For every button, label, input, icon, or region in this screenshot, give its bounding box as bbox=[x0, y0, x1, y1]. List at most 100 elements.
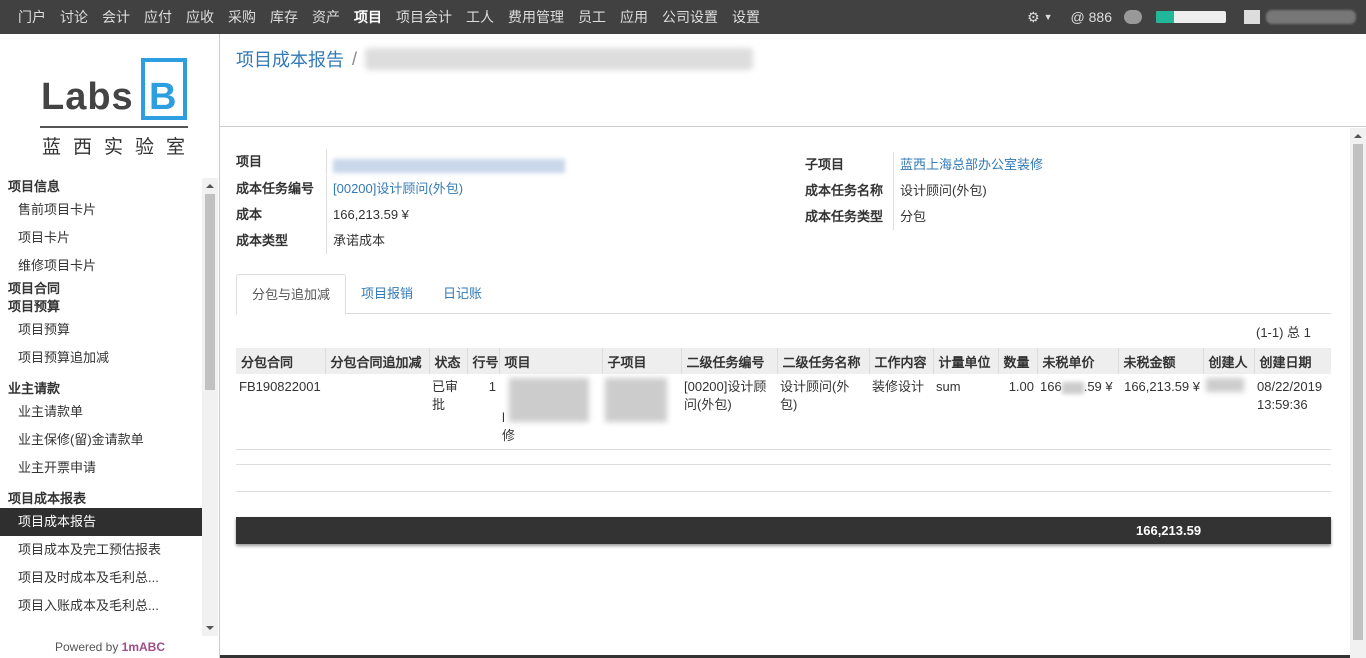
company-logo: Labs B 蓝西实验室 bbox=[38, 54, 190, 158]
sidebar-item[interactable]: 业主请款单 bbox=[0, 398, 202, 426]
user-name-redacted[interactable] bbox=[1266, 10, 1356, 24]
logo-word: Labs bbox=[41, 76, 134, 118]
scroll-up-icon[interactable] bbox=[1354, 130, 1362, 138]
column-header[interactable]: 状态 bbox=[428, 348, 467, 374]
logo-rule bbox=[40, 126, 188, 128]
scroll-thumb[interactable] bbox=[205, 194, 215, 390]
column-header[interactable]: 分包合同 bbox=[236, 348, 325, 374]
cell-status: 已审批 bbox=[429, 374, 467, 450]
top-menu-item[interactable]: 应付 bbox=[144, 0, 172, 34]
sidebar-item[interactable]: 售前项目卡片 bbox=[0, 196, 202, 224]
field-cost-type: 成本类型 承诺成本 bbox=[236, 228, 385, 254]
field-label: 成本类型 bbox=[236, 233, 289, 248]
sidebar-section-title: 项目预算 bbox=[8, 299, 61, 314]
sidebar-item[interactable]: 项目卡片 bbox=[0, 224, 202, 252]
chat-icon[interactable] bbox=[1124, 10, 1142, 24]
empty-row-divider bbox=[236, 464, 1331, 465]
column-header[interactable]: 未税金额 bbox=[1117, 348, 1203, 374]
table-row[interactable]: FB190822001 已审批 1 l 修 [00200]设计顾问(外包) 设计… bbox=[236, 374, 1331, 450]
sidebar-item[interactable]: 项目入账成本及毛利总... bbox=[0, 592, 202, 620]
user-avatar[interactable] bbox=[1244, 10, 1260, 24]
field-label: 成本任务名称 bbox=[805, 183, 884, 198]
sidebar-item[interactable]: 项目预算 bbox=[0, 316, 202, 344]
field-label: 项目 bbox=[236, 154, 263, 169]
sidebar-item[interactable]: 项目成本及完工预估报表 bbox=[0, 536, 202, 564]
main-scrollbar[interactable] bbox=[1350, 128, 1366, 658]
cost-task-no-link[interactable]: [00200]设计顾问(外包) bbox=[326, 176, 463, 202]
top-menu-item[interactable]: 会计 bbox=[102, 0, 130, 34]
column-header[interactable]: 子项目 bbox=[601, 348, 681, 374]
gear-icon: ⚙ bbox=[1027, 8, 1040, 25]
cell-creator-redacted bbox=[1203, 374, 1254, 450]
column-header[interactable]: 创建人 bbox=[1202, 348, 1254, 374]
progress-fill bbox=[1156, 11, 1174, 23]
top-menu-item[interactable]: 公司设置 bbox=[662, 0, 718, 34]
breadcrumb-root[interactable]: 项目成本报告 bbox=[236, 46, 344, 72]
pager[interactable]: (1-1) 总 1 bbox=[1256, 322, 1311, 341]
field-cost-task-name: 成本任务名称 设计顾问(外包) bbox=[805, 178, 987, 204]
sidebar-section-title: 业主请款 bbox=[8, 381, 61, 396]
subcontract-table: 分包合同 分包合同追加减 状态 行号 项目 子项目 二级任务编号 二级任务名称 … bbox=[236, 348, 1331, 450]
cell-project-prefix: l bbox=[502, 410, 505, 425]
field-cost-task-no: 成本任务编号 [00200]设计顾问(外包) bbox=[236, 176, 463, 202]
top-menu-item[interactable]: 设置 bbox=[732, 0, 760, 34]
field-cost-task-type: 成本任务类型 分包 bbox=[805, 204, 926, 230]
top-menu-item[interactable]: 费用管理 bbox=[508, 0, 564, 34]
powered-by-brand[interactable]: 1mABC bbox=[122, 640, 165, 654]
sidebar-item[interactable]: 项目预算追加减 bbox=[0, 344, 202, 372]
cell-line: 1 bbox=[467, 374, 499, 450]
column-header[interactable]: 数量 bbox=[997, 348, 1037, 374]
sidebar-item[interactable]: 维修项目卡片 bbox=[0, 252, 202, 280]
column-header[interactable]: 行号 bbox=[466, 348, 499, 374]
top-menu-item[interactable]: 讨论 bbox=[60, 0, 88, 34]
column-header[interactable]: 计量单位 bbox=[932, 348, 998, 374]
column-header[interactable]: 二级任务编号 bbox=[680, 348, 777, 374]
top-menu-item[interactable]: 应用 bbox=[620, 0, 648, 34]
onboarding-progress[interactable] bbox=[1156, 11, 1226, 23]
logo-letter: B bbox=[149, 76, 177, 118]
scroll-thumb[interactable] bbox=[1353, 144, 1363, 640]
cell-created-date: 08/22/2019 13:59:36 bbox=[1254, 374, 1331, 450]
tab-project-expense[interactable]: 项目报销 bbox=[346, 274, 428, 313]
top-menu-item[interactable]: 采购 bbox=[228, 0, 256, 34]
top-right-tools: ⚙ ▼ @ 886 bbox=[1027, 0, 1366, 34]
powered-by-text: Powered by bbox=[54, 640, 122, 654]
top-menu-item[interactable]: 员工 bbox=[578, 0, 606, 34]
cell-unit-price: 166 .59 ¥ bbox=[1037, 374, 1118, 450]
top-menu-item[interactable]: 工人 bbox=[466, 0, 494, 34]
footer-total-amount: 166,213.59 bbox=[1136, 523, 1202, 538]
top-menu-item[interactable]: 项目 bbox=[354, 0, 382, 34]
scroll-down-icon[interactable] bbox=[206, 626, 214, 634]
column-header[interactable]: 未税单价 bbox=[1036, 348, 1118, 374]
field-label: 子项目 bbox=[805, 157, 845, 172]
field-label: 成本任务类型 bbox=[805, 209, 884, 224]
column-header[interactable]: 分包合同追加减 bbox=[324, 348, 429, 374]
top-menu-item[interactable]: 资产 bbox=[312, 0, 340, 34]
cell-project-tail: 修 bbox=[502, 428, 516, 443]
notebook-tabs: 分包与追加减 项目报销 日记账 bbox=[236, 274, 1331, 315]
top-menu-item[interactable]: 门户 bbox=[18, 0, 46, 34]
breadcrumb: 项目成本报告 / bbox=[236, 46, 754, 72]
mentions-count[interactable]: @ 886 bbox=[1071, 9, 1112, 25]
top-menu-item[interactable]: 应收 bbox=[186, 0, 214, 34]
top-menu-item[interactable]: 库存 bbox=[270, 0, 298, 34]
sidebar-item[interactable]: 项目及时成本及毛利总... bbox=[0, 564, 202, 592]
settings-dropdown[interactable]: ⚙ ▼ bbox=[1027, 9, 1052, 26]
sub-project-link[interactable]: 蓝西上海总部办公室装修 bbox=[893, 152, 1043, 178]
top-menu-item[interactable]: 项目会计 bbox=[396, 0, 452, 34]
column-header[interactable]: 项目 bbox=[498, 348, 602, 374]
sidebar-item[interactable]: 项目成本报告 bbox=[0, 508, 202, 536]
tab-journal[interactable]: 日记账 bbox=[428, 274, 497, 313]
sidebar-item[interactable]: 业主开票申请 bbox=[0, 454, 202, 482]
scroll-up-icon[interactable] bbox=[206, 180, 214, 188]
sidebar-scrollbar[interactable] bbox=[202, 178, 218, 636]
column-header[interactable]: 二级任务名称 bbox=[776, 348, 869, 374]
cell-task-no: [00200]设计顾问(外包) bbox=[681, 374, 777, 450]
breadcrumb-separator: / bbox=[352, 48, 358, 69]
sidebar-item[interactable]: 业主保修(留)金请款单 bbox=[0, 426, 202, 454]
top-navbar: 门户 讨论 会计 应付 应收 采购 库存 资产 项目 项目会计 工人 费用管理 员工 应用 公司设置 设置 ⚙… bbox=[0, 0, 1366, 34]
unit-price-suffix: .59 ¥ bbox=[1083, 379, 1113, 394]
column-header[interactable]: 工作内容 bbox=[868, 348, 933, 374]
column-header[interactable]: 创建日期 bbox=[1253, 348, 1331, 374]
tab-subcontract[interactable]: 分包与追加减 bbox=[236, 274, 347, 315]
